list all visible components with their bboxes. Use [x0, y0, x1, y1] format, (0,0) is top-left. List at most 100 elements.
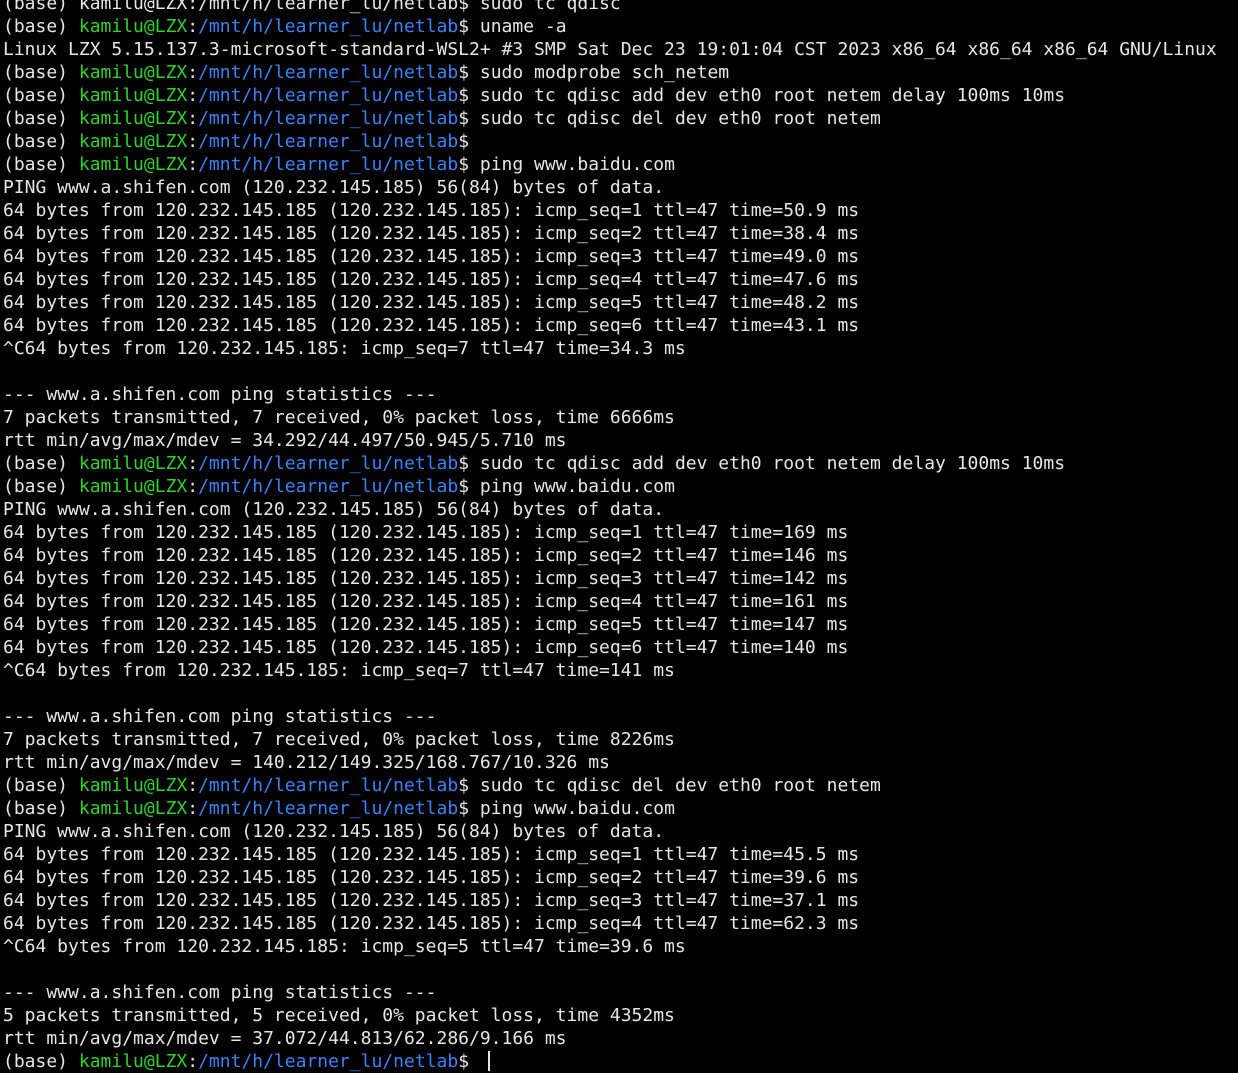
prompt-line: (base) kamilu@LZX:/mnt/h/learner_lu/netl… [3, 84, 1238, 107]
prompt-symbol: $ [458, 453, 470, 474]
prompt-path: /mnt/h/learner_lu/netlab [198, 131, 459, 152]
output-line: 64 bytes from 120.232.145.185 (120.232.1… [3, 867, 860, 888]
prompt-line: (base) kamilu@LZX:/mnt/h/learner_lu/netl… [3, 774, 1238, 797]
output-line: PING www.a.shifen.com (120.232.145.185) … [3, 177, 665, 198]
prompt-sep: : [187, 798, 199, 819]
output-line: --- www.a.shifen.com ping statistics --- [3, 706, 437, 727]
prompt-symbol: $ [458, 16, 470, 37]
output-line: PING www.a.shifen.com (120.232.145.185) … [3, 821, 665, 842]
prompt-symbol: $ [458, 85, 470, 106]
output-line: 64 bytes from 120.232.145.185 (120.232.1… [3, 545, 849, 566]
prompt-line: (base) kamilu@LZX:/mnt/h/learner_lu/netl… [3, 452, 1238, 475]
output-line: rtt min/avg/max/mdev = 140.212/149.325/1… [3, 752, 610, 773]
prompt-path: /mnt/h/learner_lu/netlab [198, 476, 459, 497]
output-line: rtt min/avg/max/mdev = 37.072/44.813/62.… [3, 1028, 567, 1049]
output-line: 64 bytes from 120.232.145.185 (120.232.1… [3, 522, 849, 543]
prompt-user: kamilu@LZX [78, 154, 188, 175]
output-line: 64 bytes from 120.232.145.185 (120.232.1… [3, 913, 860, 934]
prompt-user: kamilu@LZX [78, 798, 188, 819]
output-line: 5 packets transmitted, 5 received, 0% pa… [3, 1005, 675, 1026]
prompt-env: (base) [3, 453, 69, 474]
prompt-line: (base) kamilu@LZX:/mnt/h/learner_lu/netl… [3, 15, 1238, 38]
prompt-line: (base) kamilu@LZX:/mnt/h/learner_lu/netl… [3, 61, 1238, 84]
output-line: --- www.a.shifen.com ping statistics --- [3, 384, 437, 405]
output-line: 64 bytes from 120.232.145.185 (120.232.1… [3, 200, 860, 221]
prompt-sep: : [187, 476, 199, 497]
output-line: (base) kamilu@LZX:/mnt/h/learner_lu/netl… [3, 0, 621, 14]
terminal-output: (base) kamilu@LZX:/mnt/h/learner_lu/netl… [3, 0, 1238, 1073]
prompt-sep: : [187, 453, 199, 474]
prompt-path: /mnt/h/learner_lu/netlab [198, 154, 459, 175]
output-line: 64 bytes from 120.232.145.185 (120.232.1… [3, 890, 860, 911]
command-text: ping www.baidu.com [479, 154, 675, 175]
command-text: ping www.baidu.com [479, 798, 675, 819]
prompt-env: (base) [3, 798, 69, 819]
prompt-line: (base) kamilu@LZX:/mnt/h/learner_lu/netl… [3, 797, 1238, 820]
prompt-sep: : [187, 131, 199, 152]
prompt-path: /mnt/h/learner_lu/netlab [198, 1051, 459, 1072]
prompt-sep: : [187, 85, 199, 106]
prompt-env: (base) [3, 85, 69, 106]
terminal-window[interactable]: (base) kamilu@LZX:/mnt/h/learner_lu/netl… [0, 0, 1238, 1073]
command-text: sudo tc qdisc add dev eth0 root netem de… [479, 85, 1066, 106]
text-cursor[interactable] [487, 1051, 490, 1071]
output-line: ^C64 bytes from 120.232.145.185: icmp_se… [3, 936, 686, 957]
prompt-env: (base) [3, 154, 69, 175]
prompt-symbol: $ [458, 154, 470, 175]
prompt-user: kamilu@LZX [78, 1051, 188, 1072]
prompt-env: (base) [3, 476, 69, 497]
output-line: rtt min/avg/max/mdev = 34.292/44.497/50.… [3, 430, 567, 451]
output-line: 7 packets transmitted, 7 received, 0% pa… [3, 407, 675, 428]
output-line: --- www.a.shifen.com ping statistics --- [3, 982, 437, 1003]
prompt-symbol: $ [458, 476, 470, 497]
prompt-env: (base) [3, 16, 69, 37]
output-line: 64 bytes from 120.232.145.185 (120.232.1… [3, 223, 860, 244]
prompt-user: kamilu@LZX [78, 453, 188, 474]
command-text: ping www.baidu.com [479, 476, 675, 497]
prompt-env: (base) [3, 62, 69, 83]
output-line: 64 bytes from 120.232.145.185 (120.232.1… [3, 568, 849, 589]
prompt-path: /mnt/h/learner_lu/netlab [198, 108, 459, 129]
prompt-sep: : [187, 1051, 199, 1072]
prompt-user: kamilu@LZX [78, 476, 188, 497]
prompt-symbol: $ [458, 131, 470, 152]
prompt-path: /mnt/h/learner_lu/netlab [198, 775, 459, 796]
prompt-path: /mnt/h/learner_lu/netlab [198, 453, 459, 474]
command-text: sudo tc qdisc del dev eth0 root netem [479, 108, 881, 129]
prompt-path: /mnt/h/learner_lu/netlab [198, 62, 459, 83]
prompt-env: (base) [3, 108, 69, 129]
output-line: 64 bytes from 120.232.145.185 (120.232.1… [3, 315, 860, 336]
prompt-path: /mnt/h/learner_lu/netlab [198, 85, 459, 106]
prompt-user: kamilu@LZX [78, 16, 188, 37]
command-text: sudo tc qdisc add dev eth0 root netem de… [479, 453, 1066, 474]
output-line: Linux LZX 5.15.137.3-microsoft-standard-… [3, 39, 1217, 60]
prompt-symbol: $ [458, 775, 470, 796]
prompt-line: (base) kamilu@LZX:/mnt/h/learner_lu/netl… [3, 130, 1238, 153]
prompt-line: (base) kamilu@LZX:/mnt/h/learner_lu/netl… [3, 107, 1238, 130]
prompt-symbol: $ [458, 798, 470, 819]
prompt-symbol: $ [458, 108, 470, 129]
output-line: 64 bytes from 120.232.145.185 (120.232.1… [3, 269, 860, 290]
prompt-env: (base) [3, 1051, 69, 1072]
command-text: uname -a [479, 16, 567, 37]
